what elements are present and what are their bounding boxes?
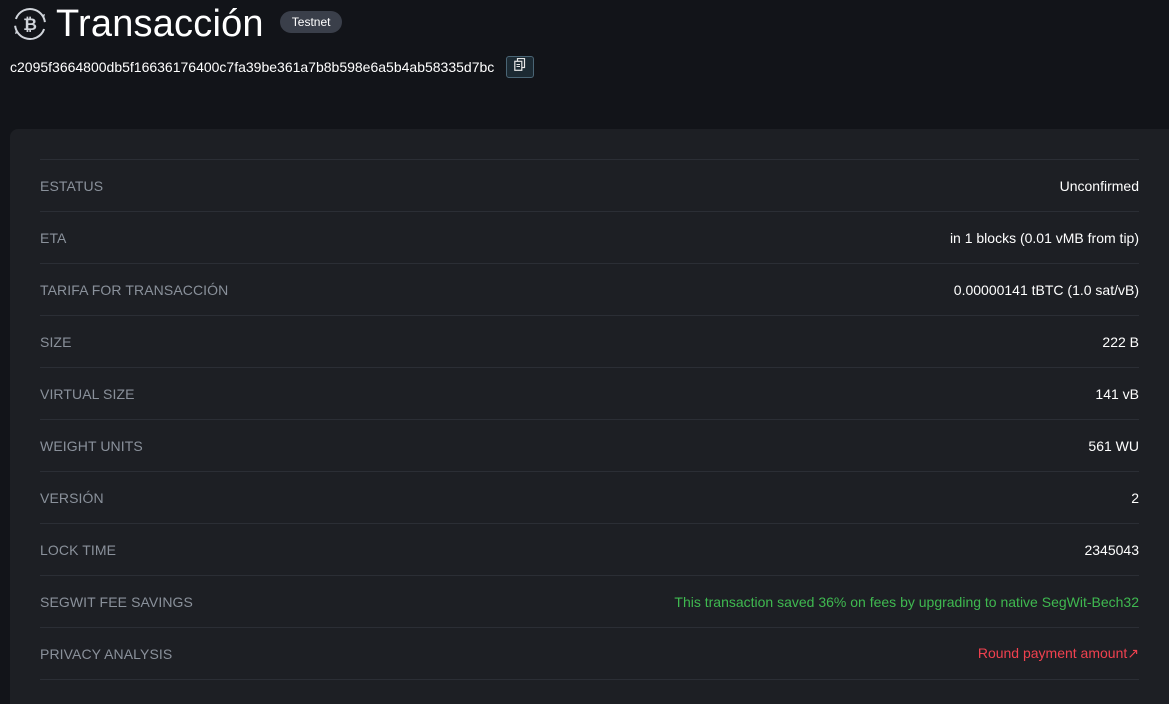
status-value: Unconfirmed [1059,177,1139,194]
transaction-id[interactable]: c2095f3664800db5f16636176400c7fa39be361a… [10,59,494,75]
detail-row-size: SIZE 222 B [40,316,1139,368]
detail-row-weight-units: WEIGHT UNITS 561 WU [40,420,1139,472]
bitcoin-swap-icon: ₿ [12,6,48,42]
svg-text:₿: ₿ [23,15,37,35]
version-value: 2 [1131,489,1139,506]
detail-label: SEGWIT FEE SAVINGS [40,593,193,610]
detail-label: VERSIÓN [40,489,104,506]
detail-row-version: VERSIÓN 2 [40,472,1139,524]
details-table: ESTATUS Unconfirmed ETA in 1 blocks (0.0… [40,159,1139,680]
size-value: 222 B [1102,333,1139,350]
detail-row-privacy-analysis: PRIVACY ANALYSIS Round payment amount↗ [40,628,1139,680]
page-title: Transacción [56,3,264,45]
txid-row: c2095f3664800db5f16636176400c7fa39be361a… [10,54,535,80]
detail-label: LOCK TIME [40,541,117,558]
network-badge: Testnet [279,11,343,33]
detail-row-fee: TARIFA FOR TRANSACCIÓN 0.00000141 tBTC (… [40,264,1139,316]
fee-value: 0.00000141 tBTC (1.0 sat/vB) [953,281,1139,298]
detail-label: ETA [40,229,67,246]
weight-units-value: 561 WU [1088,437,1139,454]
detail-row-eta: ETA in 1 blocks (0.01 vMB from tip) [40,212,1139,264]
transaction-details-card: ESTATUS Unconfirmed ETA in 1 blocks (0.0… [10,129,1169,704]
detail-label: SIZE [40,333,72,350]
detail-row-segwit-savings: SEGWIT FEE SAVINGS This transaction save… [40,576,1139,628]
detail-label: VIRTUAL SIZE [40,385,135,402]
lock-time-value: 2345043 [1084,541,1139,558]
detail-row-status: ESTATUS Unconfirmed [40,160,1139,212]
page-header: ₿ Transacción Testnet c2095f3664800db5f1… [0,0,1169,128]
segwit-savings-value: This transaction saved 36% on fees by up… [674,593,1139,610]
detail-label: TARIFA FOR TRANSACCIÓN [40,281,229,298]
copy-icon [514,57,526,76]
detail-label: ESTATUS [40,177,104,194]
detail-label: WEIGHT UNITS [40,437,143,454]
title-row: ₿ Transacción Testnet [12,2,343,46]
copy-txid-button[interactable] [506,56,535,78]
privacy-analysis-link[interactable]: Round payment amount↗ [978,645,1139,662]
detail-label: PRIVACY ANALYSIS [40,645,173,662]
virtual-size-value: 141 vB [1095,385,1139,402]
detail-row-lock-time: LOCK TIME 2345043 [40,524,1139,576]
eta-value: in 1 blocks (0.01 vMB from tip) [949,229,1139,246]
detail-row-virtual-size: VIRTUAL SIZE 141 vB [40,368,1139,420]
